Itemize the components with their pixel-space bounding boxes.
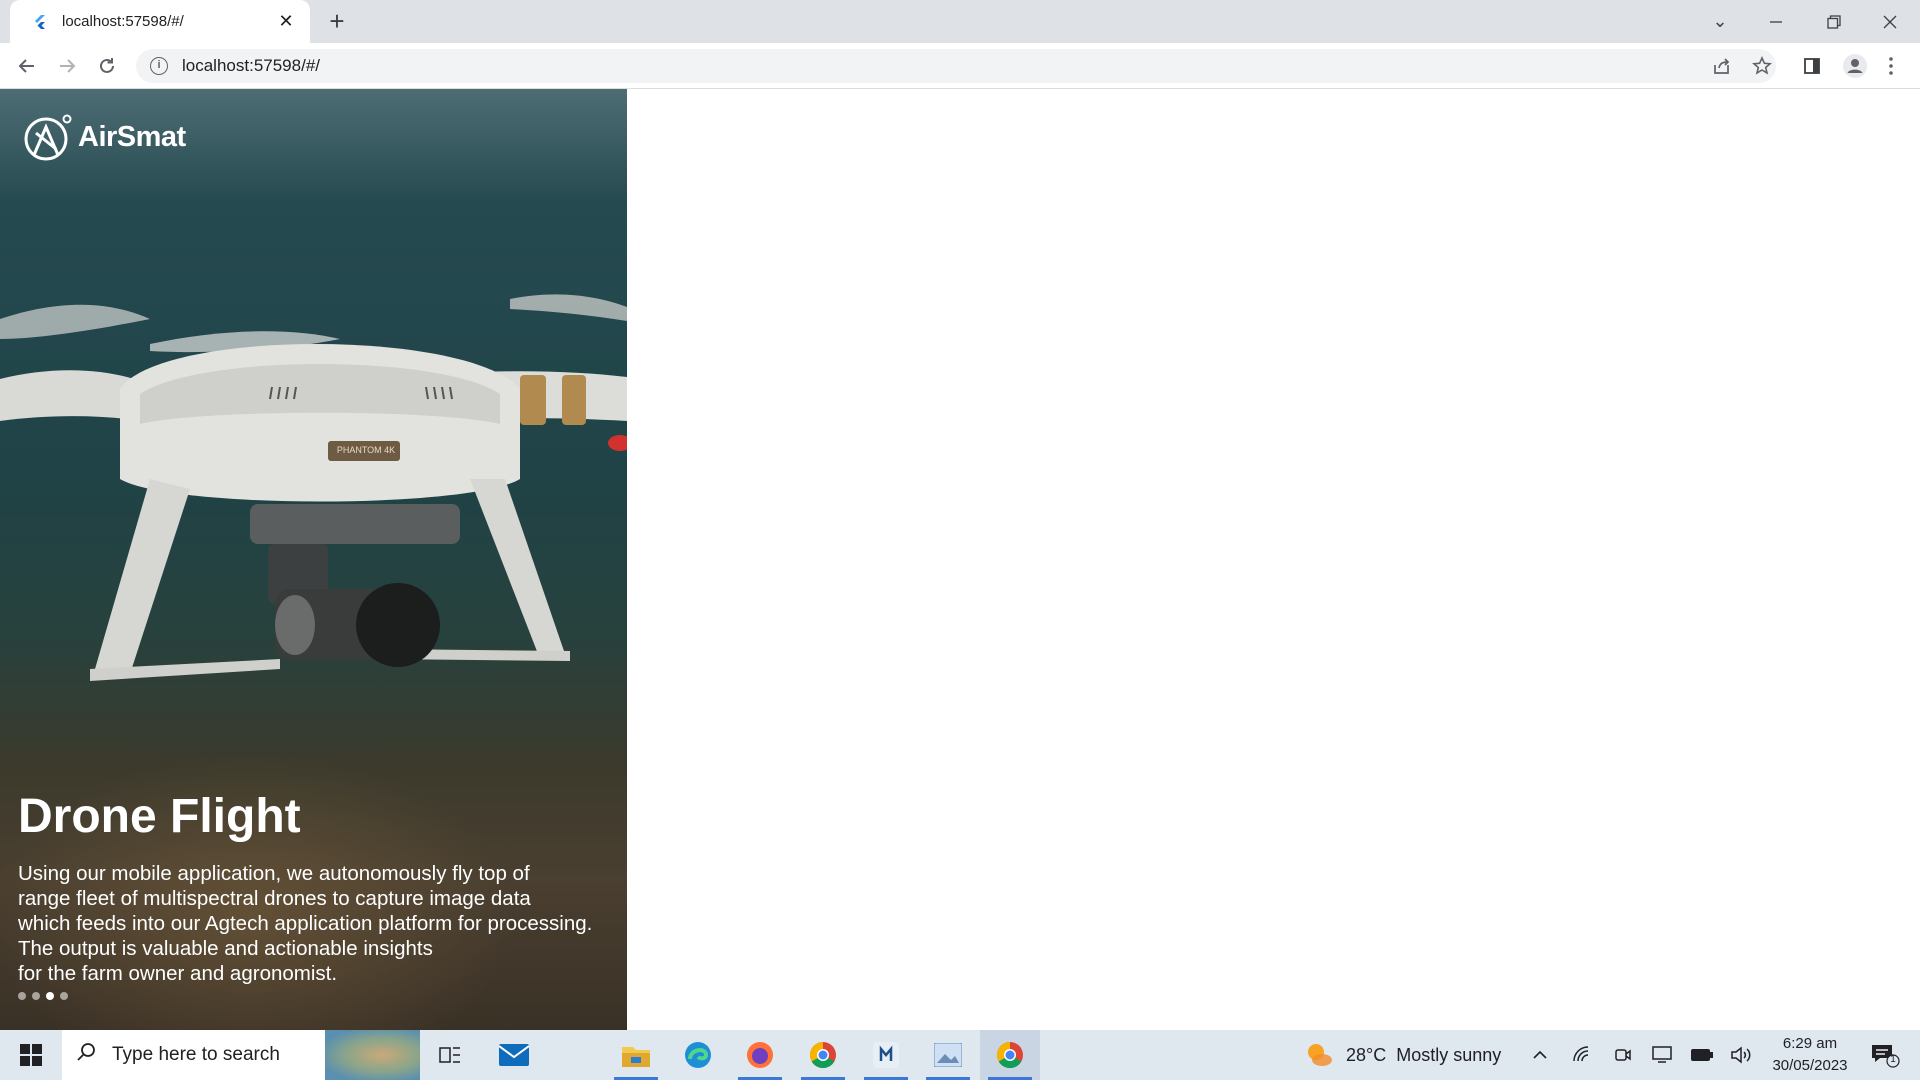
- logo-text: AirSmat: [78, 120, 186, 153]
- notification-center-icon[interactable]: 1: [1870, 1030, 1900, 1080]
- back-button[interactable]: [12, 51, 42, 81]
- image-viewer-icon[interactable]: [918, 1030, 978, 1080]
- search-placeholder: Type here to search: [112, 1044, 280, 1065]
- show-hidden-icons-icon[interactable]: [1532, 1030, 1548, 1080]
- minimize-button[interactable]: [1748, 0, 1804, 43]
- display-icon[interactable]: [1652, 1030, 1672, 1080]
- drone-model-label: PHANTOM 4K: [336, 445, 396, 455]
- restore-button[interactable]: [1806, 0, 1862, 43]
- tab-search-icon[interactable]: ⌄: [1692, 0, 1748, 43]
- browser-tab[interactable]: localhost:57598/#/ ✕: [10, 0, 310, 43]
- airsmat-logo-icon: [24, 114, 72, 161]
- onboarding-hero-panel: PHANTOM 4K AirSmat Drone Flight Using ou…: [0, 89, 627, 1030]
- carousel-indicator[interactable]: [18, 992, 68, 1000]
- network-icon[interactable]: [1572, 1030, 1592, 1080]
- taskbar-search-input[interactable]: Type here to search: [62, 1030, 420, 1080]
- tab-strip: localhost:57598/#/ ✕ + ⌄: [0, 0, 1920, 43]
- file-explorer-icon[interactable]: [606, 1030, 666, 1080]
- profile-avatar-icon[interactable]: [1842, 53, 1868, 85]
- windows-logo-icon: [20, 1044, 42, 1066]
- weather-sun-icon: [1308, 1044, 1332, 1066]
- notification-count: 1: [1890, 1054, 1896, 1065]
- weather-widget[interactable]: 28°C Mostly sunny: [1304, 1030, 1501, 1080]
- mail-app-icon[interactable]: [484, 1030, 544, 1080]
- address-bar[interactable]: i localhost:57598/#/: [136, 49, 1776, 83]
- page-viewport: PHANTOM 4K AirSmat Drone Flight Using ou…: [0, 89, 1920, 1030]
- close-window-button[interactable]: [1862, 0, 1918, 43]
- meet-now-icon[interactable]: [1614, 1030, 1632, 1080]
- volume-icon[interactable]: [1730, 1030, 1752, 1080]
- browser-menu-icon[interactable]: [1888, 56, 1894, 82]
- clock-date: 30/05/2023: [1772, 1057, 1848, 1074]
- slide-description: Using our mobile application, we autonom…: [18, 862, 593, 985]
- search-highlight-image: [325, 1030, 420, 1080]
- flutter-icon: [35, 14, 45, 29]
- chrome-icon[interactable]: [793, 1030, 853, 1080]
- search-icon: [76, 1042, 96, 1068]
- slide-title: Drone Flight: [18, 790, 301, 843]
- carousel-dot[interactable]: [60, 992, 68, 1000]
- drone-image: [0, 294, 627, 681]
- forward-button[interactable]: [52, 51, 82, 81]
- weather-text: 28°C Mostly sunny: [1346, 1044, 1502, 1065]
- tab-close-icon[interactable]: ✕: [276, 11, 296, 32]
- bookmark-star-icon[interactable]: [1752, 56, 1772, 82]
- vscode-app-icon[interactable]: [856, 1030, 916, 1080]
- clock-time: 6:29 am: [1782, 1035, 1838, 1052]
- carousel-dot[interactable]: [18, 992, 26, 1000]
- battery-icon[interactable]: [1690, 1030, 1714, 1080]
- tab-title: localhost:57598/#/: [62, 13, 184, 30]
- carousel-dot[interactable]: [46, 992, 54, 1000]
- address-url: localhost:57598/#/: [182, 56, 320, 75]
- reload-button[interactable]: [92, 51, 122, 81]
- carousel-dot[interactable]: [32, 992, 40, 1000]
- side-panel-icon[interactable]: [1802, 56, 1822, 82]
- edge-browser-icon[interactable]: [668, 1030, 728, 1080]
- airsmat-logo: AirSmat: [22, 111, 186, 163]
- screen: localhost:57598/#/ ✕ + ⌄ i localhost:575…: [0, 0, 1920, 1080]
- task-view-icon[interactable]: [420, 1030, 480, 1080]
- new-tab-button[interactable]: +: [322, 7, 352, 37]
- windows-start-button[interactable]: [0, 1030, 62, 1080]
- share-icon[interactable]: [1712, 56, 1732, 82]
- chrome-active-icon[interactable]: [980, 1030, 1040, 1080]
- browser-toolbar: i localhost:57598/#/: [0, 43, 1920, 89]
- taskbar-clock[interactable]: 6:29 am 30/05/2023: [1765, 1033, 1855, 1077]
- firefox-icon[interactable]: [730, 1030, 790, 1080]
- site-info-icon[interactable]: i: [150, 57, 168, 75]
